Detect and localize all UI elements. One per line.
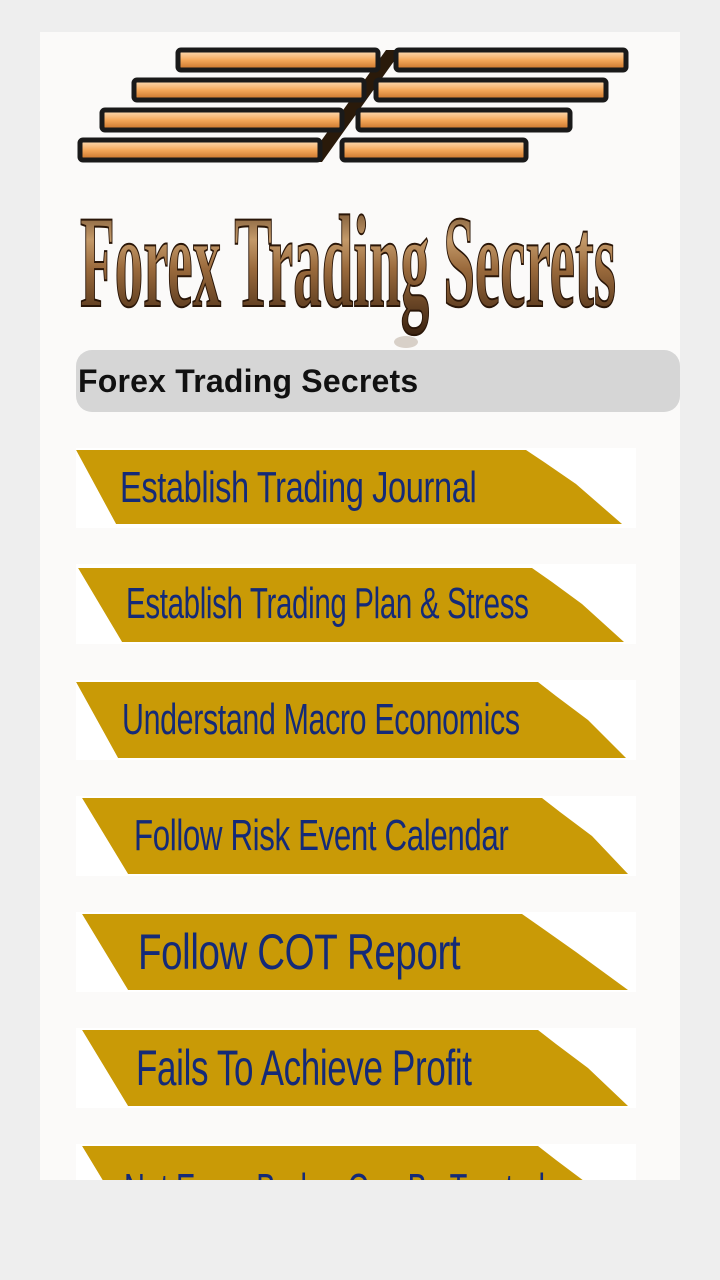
bottom-bar [0,1180,720,1280]
menu-item-establish-trading-plan[interactable]: Establish Trading Plan & Stress [76,564,636,644]
logo-graphic: Forex Trading Secrets [77,47,629,348]
page-title-bar: Forex Trading Secrets [76,350,680,412]
menu-item-label: Follow COT Report [138,924,461,980]
menu-item-follow-cot-report[interactable]: Follow COT Report [76,912,636,992]
menu-item-label: Fails To Achieve Profit [136,1040,472,1096]
menu-item-label: Not Every Broker Can Be Trusted [124,1150,545,1180]
page-title: Forex Trading Secrets [78,362,419,399]
menu-item-label: Establish Trading Journal [120,463,477,512]
app-logo: Forex Trading Secrets [76,44,632,350]
menu-item-label: Understand Macro Economics [122,695,520,744]
main-page: Forex Trading Secrets Forex Trading Secr… [40,32,680,1180]
menu-item-establish-trading-journal[interactable]: Establish Trading Journal [76,448,636,528]
menu-item-follow-risk-event-calendar[interactable]: Follow Risk Event Calendar [76,796,636,876]
menu-item-fails-to-achieve-profit[interactable]: Fails To Achieve Profit [76,1028,636,1108]
menu-item-understand-macro-economics[interactable]: Understand Macro Economics [76,680,636,760]
menu-item-label: Establish Trading Plan & Stress [126,579,529,628]
svg-text:Forex Trading Secrets: Forex Trading Secrets [80,188,616,335]
status-bar [0,0,720,32]
menu-item-label: Follow Risk Event Calendar [134,811,509,860]
menu-item-not-every-broker[interactable]: Not Every Broker Can Be Trusted [76,1144,636,1180]
